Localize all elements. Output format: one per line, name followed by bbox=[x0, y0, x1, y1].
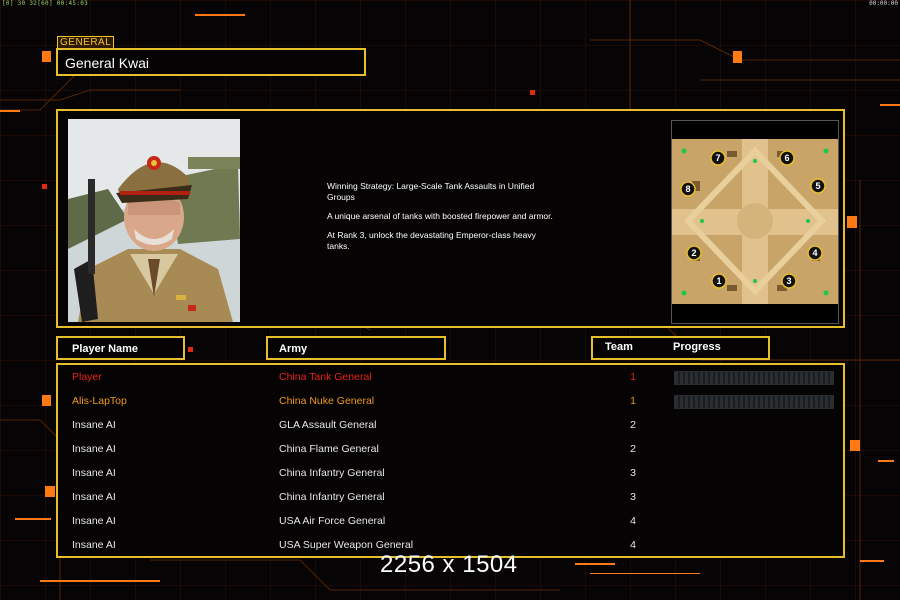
player-name: Insane AI bbox=[72, 539, 116, 551]
player-army: China Flame General bbox=[279, 443, 379, 455]
player-name: Insane AI bbox=[72, 443, 116, 455]
player-row[interactable]: Insane AI China Infantry General 3 bbox=[58, 488, 843, 512]
player-name: Insane AI bbox=[72, 419, 116, 431]
strategy-line-3: At Rank 3, unlock the devastating Empero… bbox=[327, 230, 536, 251]
player-team: 1 bbox=[630, 395, 636, 407]
player-army: USA Super Weapon General bbox=[279, 539, 414, 551]
strategy-line-1: Winning Strategy: Large-Scale Tank Assau… bbox=[327, 181, 535, 202]
svg-text:5: 5 bbox=[815, 181, 820, 191]
deco-block bbox=[733, 51, 742, 63]
deco-dash bbox=[15, 518, 51, 520]
start-slot-5[interactable]: 5 bbox=[810, 178, 826, 194]
start-slot-6[interactable]: 6 bbox=[779, 150, 795, 166]
player-army: China Nuke General bbox=[279, 395, 375, 407]
svg-text:8: 8 bbox=[685, 184, 690, 194]
deco-block bbox=[45, 486, 55, 497]
deco-dash bbox=[0, 110, 20, 112]
strategy-line-2: A unique arsenal of tanks with boosted f… bbox=[327, 211, 553, 221]
player-name: Player bbox=[72, 371, 102, 383]
hud-clock: 00:00:00 bbox=[869, 0, 898, 7]
player-army: China Tank General bbox=[279, 371, 372, 383]
player-army: GLA Assault General bbox=[279, 419, 377, 431]
deco-dash bbox=[195, 14, 245, 16]
deco-dash bbox=[575, 563, 615, 565]
svg-text:2: 2 bbox=[691, 248, 696, 258]
player-progress-bar bbox=[674, 371, 834, 385]
player-team: 1 bbox=[630, 371, 636, 383]
player-army: USA Air Force General bbox=[279, 515, 386, 527]
player-row[interactable]: Alis-LapTop China Nuke General 1 bbox=[58, 392, 843, 416]
player-army: China Infantry General bbox=[279, 491, 385, 503]
column-header-team-progress[interactable]: Team Progress bbox=[591, 336, 770, 360]
column-header-player-name-label: Player Name bbox=[72, 343, 139, 355]
svg-text:7: 7 bbox=[715, 153, 720, 163]
deco-block bbox=[847, 216, 857, 228]
general-name-box: General Kwai bbox=[56, 48, 366, 76]
general-info-panel: Winning Strategy: Large-Scale Tank Assau… bbox=[56, 109, 845, 328]
deco-block bbox=[850, 440, 860, 451]
player-row[interactable]: Insane AI GLA Assault General 2 bbox=[58, 416, 843, 440]
player-name: Insane AI bbox=[72, 515, 116, 527]
svg-text:1: 1 bbox=[716, 276, 721, 286]
general-portrait-icon bbox=[68, 119, 240, 322]
column-header-team-label: Team bbox=[605, 341, 633, 353]
player-row[interactable]: Insane AI USA Air Force General 4 bbox=[58, 512, 843, 536]
player-row[interactable]: Player China Tank General 1 bbox=[58, 368, 843, 392]
svg-text:4: 4 bbox=[812, 248, 817, 258]
column-header-player-name[interactable]: Player Name bbox=[56, 336, 185, 360]
svg-text:3: 3 bbox=[786, 276, 791, 286]
deco-dash bbox=[878, 460, 894, 462]
player-row[interactable]: Insane AI China Flame General 2 bbox=[58, 440, 843, 464]
start-slot-7[interactable]: 7 bbox=[710, 150, 726, 166]
start-slot-3[interactable]: 3 bbox=[781, 273, 797, 289]
resolution-watermark: 2256 x 1504 bbox=[380, 551, 518, 578]
hud-frame-counter: [0] 30 32[60] 00:45:03 bbox=[2, 0, 89, 7]
deco-block bbox=[42, 51, 51, 62]
deco-dot bbox=[530, 90, 535, 95]
map-preview[interactable]: 7 6 8 5 2 4 1 3 bbox=[671, 120, 839, 324]
column-header-army-label: Army bbox=[279, 343, 308, 355]
player-name: Insane AI bbox=[72, 467, 116, 479]
general-name: General Kwai bbox=[65, 55, 150, 71]
start-slot-1[interactable]: 1 bbox=[711, 273, 727, 289]
svg-text:6: 6 bbox=[784, 153, 789, 163]
deco-dash bbox=[860, 560, 884, 562]
player-team: 2 bbox=[630, 419, 636, 431]
player-army: China Infantry General bbox=[279, 467, 385, 479]
general-strategy-text: Winning Strategy: Large-Scale Tank Assau… bbox=[327, 181, 597, 260]
start-slot-4[interactable]: 4 bbox=[807, 245, 823, 261]
deco-dash bbox=[880, 104, 900, 106]
column-header-army[interactable]: Army bbox=[266, 336, 446, 360]
deco-dash bbox=[40, 580, 160, 582]
deco-dot bbox=[188, 347, 193, 352]
player-team: 3 bbox=[630, 467, 636, 479]
start-slot-8[interactable]: 8 bbox=[680, 181, 696, 197]
player-name: Insane AI bbox=[72, 491, 116, 503]
player-name: Alis-LapTop bbox=[72, 395, 127, 407]
player-team: 4 bbox=[630, 515, 636, 527]
start-slot-2[interactable]: 2 bbox=[686, 245, 702, 261]
player-team: 4 bbox=[630, 539, 636, 551]
column-header-progress-label: Progress bbox=[673, 341, 721, 353]
player-list: Player China Tank General 1 Alis-LapTop Chin… bbox=[56, 363, 845, 558]
deco-block bbox=[42, 395, 51, 406]
player-progress-bar bbox=[674, 395, 834, 409]
player-team: 3 bbox=[630, 491, 636, 503]
deco-dash bbox=[590, 573, 700, 574]
player-row[interactable]: Insane AI China Infantry General 3 bbox=[58, 464, 843, 488]
player-team: 2 bbox=[630, 443, 636, 455]
deco-dot bbox=[42, 184, 47, 189]
